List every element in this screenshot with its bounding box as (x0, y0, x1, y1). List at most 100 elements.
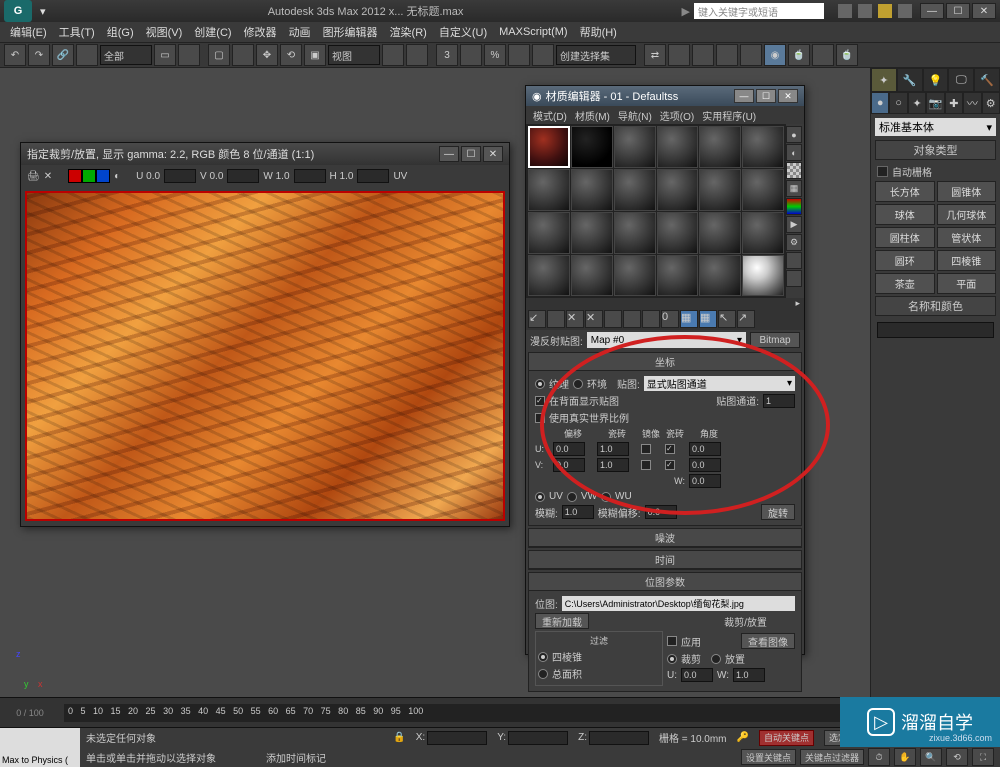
manip-button[interactable] (406, 44, 428, 66)
go-parent-button[interactable]: ↖ (718, 310, 736, 328)
keyfilter-button[interactable]: 关键点过滤器 (800, 749, 864, 765)
mat-menu-mode[interactable]: 模式(D) (530, 108, 570, 123)
ref-coord-dropdown[interactable]: 视图 (328, 45, 380, 65)
bmp-min-button[interactable]: — (439, 146, 459, 162)
mat-menu-material[interactable]: 材质(M) (572, 108, 613, 123)
prim-cone[interactable]: 圆锥体 (937, 181, 997, 202)
help-icon[interactable] (898, 4, 912, 18)
u-angle[interactable]: 0.0 (689, 442, 721, 456)
bmp-max-button[interactable]: ☐ (461, 146, 481, 162)
material-slot[interactable] (742, 126, 784, 168)
display-icon[interactable]: 🖵 (948, 68, 974, 92)
rotate-button[interactable]: ⟲ (280, 44, 302, 66)
menu-maxscript[interactable]: MAXScript(M) (495, 26, 571, 38)
time-config-button[interactable]: ⏱ (868, 748, 890, 766)
qat-arrow-icon[interactable]: ▾ (40, 5, 46, 18)
video-check-button[interactable] (786, 198, 802, 215)
menu-edit[interactable]: 编辑(E) (6, 24, 51, 40)
bluroff-spinner[interactable]: 0.0 (645, 505, 677, 519)
crop-radio[interactable] (667, 654, 677, 664)
reload-button[interactable]: 重新加载 (535, 613, 589, 629)
prim-sphere[interactable]: 球体 (875, 204, 935, 225)
schematic-button[interactable] (740, 44, 762, 66)
curve-editor-button[interactable] (716, 44, 738, 66)
redo-button[interactable]: ↷ (28, 44, 50, 66)
mat-id-button[interactable]: 0 (661, 310, 679, 328)
background-button[interactable] (786, 162, 802, 179)
material-slot[interactable] (571, 255, 613, 297)
menu-animation[interactable]: 动画 (285, 24, 315, 40)
blur-spinner[interactable]: 1.0 (562, 505, 594, 519)
rect-select-button[interactable]: ▢ (208, 44, 230, 66)
geom-icon[interactable]: ● (871, 92, 889, 114)
key-icon[interactable]: 🔑 (737, 732, 749, 743)
move-button[interactable]: ✥ (256, 44, 278, 66)
show-end-button[interactable]: ▦ (699, 310, 717, 328)
material-slot[interactable] (742, 212, 784, 254)
v-offset[interactable]: 0.0 (553, 458, 585, 472)
menu-views[interactable]: 视图(V) (142, 24, 187, 40)
mat-menu-nav[interactable]: 导航(N) (615, 108, 655, 123)
v-mirror[interactable] (641, 460, 651, 470)
material-slot-1[interactable] (528, 126, 570, 168)
material-slot[interactable] (699, 212, 741, 254)
environ-radio[interactable] (573, 379, 583, 389)
favorites-icon[interactable] (878, 4, 892, 18)
scale-button[interactable]: ▣ (304, 44, 326, 66)
prim-plane[interactable]: 平面 (937, 273, 997, 294)
material-slot[interactable] (614, 126, 656, 168)
prim-teapot[interactable]: 茶壶 (875, 273, 935, 294)
bitmap-preview-image[interactable] (25, 191, 505, 521)
print-icon[interactable]: 🖨 (27, 171, 40, 182)
material-slot[interactable] (699, 169, 741, 211)
prim-torus[interactable]: 圆环 (875, 250, 935, 271)
space-icon[interactable]: 〰 (963, 92, 981, 114)
backlight-button[interactable]: ◐ (786, 144, 802, 161)
material-slot[interactable] (657, 212, 699, 254)
tool-icon[interactable]: 🔧 (897, 68, 923, 92)
put-to-lib-button[interactable] (642, 310, 660, 328)
selection-filter[interactable]: 全部 (100, 45, 152, 65)
autokey-button[interactable]: 自动关键点 (759, 730, 814, 746)
mapping-dropdown[interactable]: 显式贴图通道▾ (644, 376, 795, 391)
material-slot[interactable] (699, 255, 741, 297)
material-slot[interactable] (571, 169, 613, 211)
mat-close-button[interactable]: ✕ (778, 89, 798, 103)
helpers-icon[interactable]: ✚ (945, 92, 963, 114)
make-unique-button[interactable] (623, 310, 641, 328)
search-icon[interactable] (838, 4, 852, 18)
material-slot[interactable] (657, 255, 699, 297)
crop-u[interactable]: 0.0 (681, 668, 713, 682)
y-coord[interactable] (508, 731, 568, 745)
noise-rollout[interactable]: 噪波 (529, 529, 801, 547)
maximize-button[interactable]: ☐ (946, 3, 970, 19)
mirror-button[interactable]: ⇄ (644, 44, 666, 66)
prim-tube[interactable]: 管状体 (937, 227, 997, 248)
rotate-button[interactable]: 旋转 (761, 504, 795, 520)
select-button[interactable]: ▭ (154, 44, 176, 66)
add-time-tag[interactable]: 添加时间标记 (266, 750, 326, 765)
prim-box[interactable]: 长方体 (875, 181, 935, 202)
v-spinner[interactable] (227, 169, 259, 183)
window-crossing-button[interactable] (232, 44, 254, 66)
angle-snap-button[interactable] (460, 44, 482, 66)
mat-max-button[interactable]: ☐ (756, 89, 776, 103)
material-slot-2[interactable] (571, 126, 613, 168)
named-selset-dropdown[interactable]: 创建选择集 (556, 45, 636, 65)
options-button[interactable]: ⚙ (786, 234, 802, 251)
summed-radio[interactable] (538, 669, 548, 679)
object-name-input[interactable] (877, 322, 994, 338)
material-slot[interactable] (614, 212, 656, 254)
shapes-icon[interactable]: ○ (889, 92, 907, 114)
prim-cylinder[interactable]: 圆柱体 (875, 227, 935, 248)
u-spinner[interactable] (164, 169, 196, 183)
texture-radio[interactable] (535, 379, 545, 389)
copy-button[interactable] (604, 310, 622, 328)
viewimage-button[interactable]: 查看图像 (741, 633, 795, 649)
r-channel[interactable] (68, 169, 82, 183)
bmp-close-button[interactable]: ✕ (483, 146, 503, 162)
nav-zoom-button[interactable]: 🔍 (920, 748, 942, 766)
signin-icon[interactable] (858, 4, 872, 18)
cameras-icon[interactable]: 📷 (926, 92, 944, 114)
uv-radio[interactable] (535, 492, 545, 502)
